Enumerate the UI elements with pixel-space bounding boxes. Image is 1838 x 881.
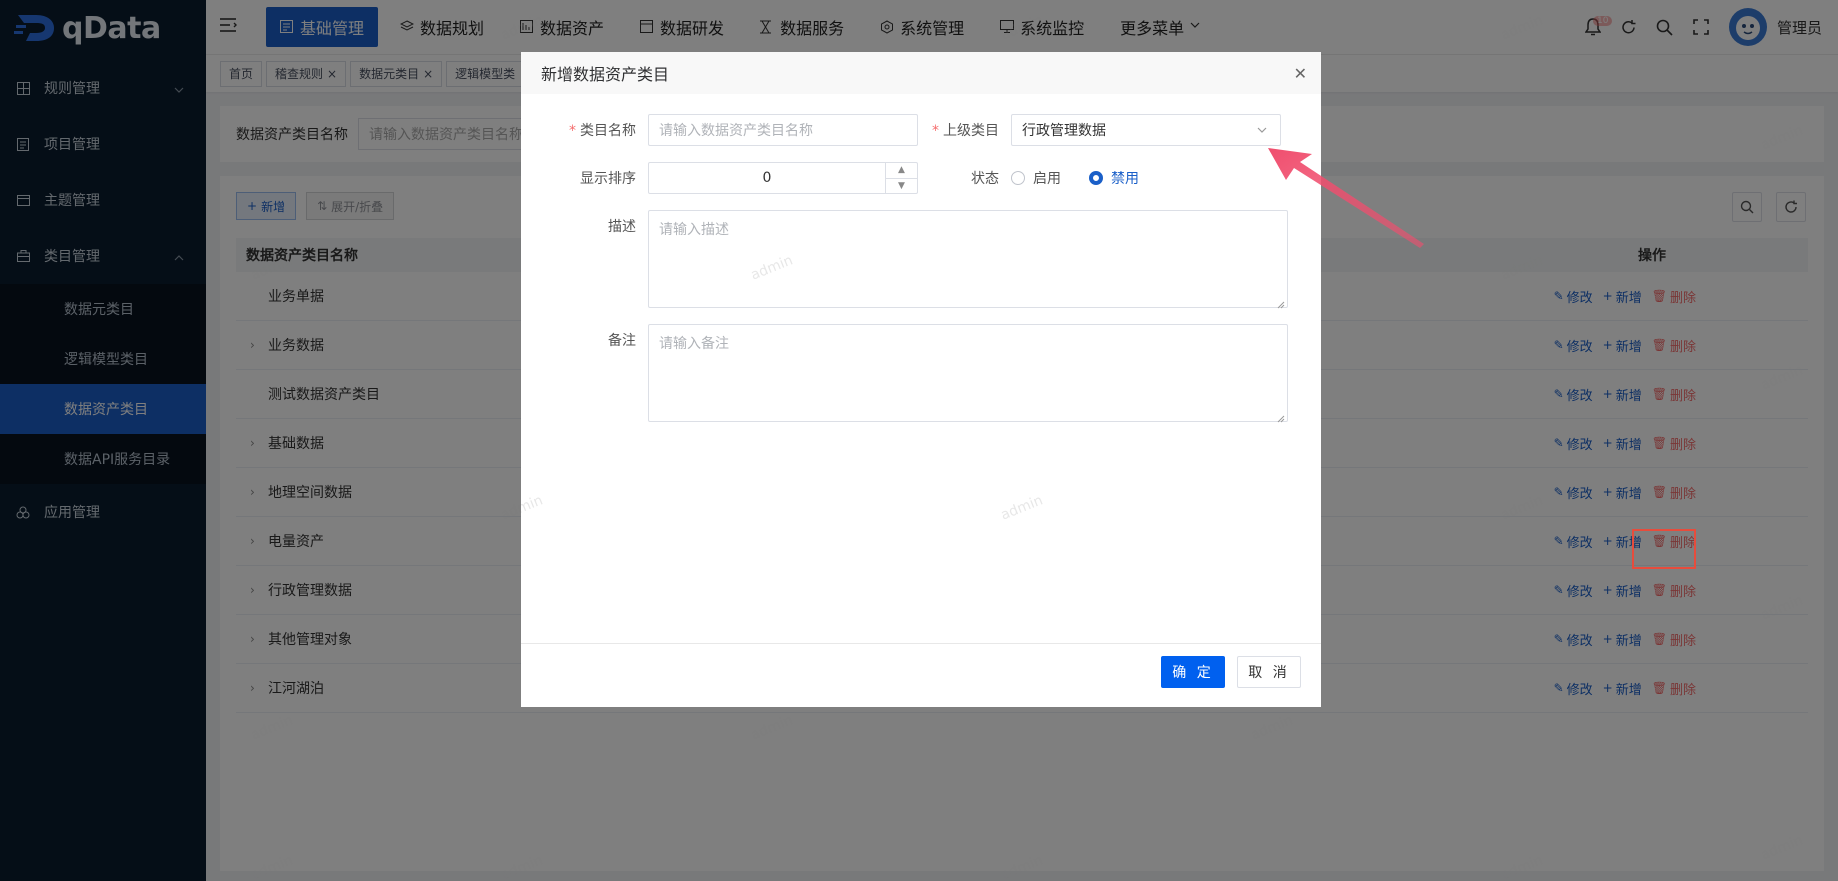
status-radio-disable[interactable]: 禁用 (1089, 168, 1139, 188)
remark-field-row: 备注 请输入备注 (541, 324, 1288, 423)
remark-textarea[interactable]: 请输入备注 (648, 324, 1288, 423)
annotation-arrow-icon (1268, 148, 1424, 248)
parent-select-value: 行政管理数据 (1022, 123, 1106, 139)
resize-grip-icon[interactable] (1277, 411, 1285, 423)
radio-dot (1011, 171, 1025, 185)
decrement-icon[interactable]: ▼ (886, 179, 917, 194)
name-input[interactable]: 请输入数据资产类目名称 (648, 114, 918, 146)
desc-label: 描述 (608, 219, 636, 235)
order-value: 0 (762, 170, 772, 186)
radio-dot (1089, 171, 1103, 185)
status-radio-group: 启用 禁用 (1011, 168, 1167, 188)
name-label: * 类目名称 (569, 123, 636, 139)
remark-placeholder: 请输入备注 (659, 336, 729, 352)
order-label: 显示排序 (580, 171, 636, 187)
dialog-footer: 确 定 取 消 (521, 643, 1321, 707)
increment-icon[interactable]: ▲ (886, 163, 917, 179)
confirm-button[interactable]: 确 定 (1161, 656, 1225, 688)
name-placeholder: 请输入数据资产类目名称 (659, 123, 813, 139)
desc-placeholder: 请输入描述 (659, 222, 729, 238)
dialog-title: 新增数据资产类目 (541, 65, 670, 84)
status-label: 状态 (971, 171, 999, 187)
resize-grip-icon[interactable] (1277, 297, 1285, 309)
parent-select[interactable]: 行政管理数据 (1011, 114, 1281, 146)
desc-field-row: 描述 请输入描述 (541, 210, 1288, 309)
stepper-controls: ▲ ▼ (885, 163, 917, 193)
status-radio-enable[interactable]: 启用 (1011, 168, 1061, 188)
close-icon[interactable]: ✕ (1294, 64, 1307, 83)
status-field-row: 状态 启用 禁用 (921, 162, 1167, 194)
name-field-row: * 类目名称 请输入数据资产类目名称 (541, 114, 918, 146)
desc-textarea[interactable]: 请输入描述 (648, 210, 1288, 309)
add-category-dialog: 新增数据资产类目 ✕ * 类目名称 请输入数据资产类目名称 * 上级类目 行政管理数… (521, 52, 1321, 707)
chevron-down-icon (1256, 124, 1268, 136)
parent-label: * 上级类目 (932, 123, 999, 139)
dialog-header: 新增数据资产类目 ✕ (521, 52, 1321, 94)
annotation-highlight-box (1632, 529, 1696, 569)
cancel-button[interactable]: 取 消 (1237, 656, 1301, 688)
remark-label: 备注 (608, 333, 636, 349)
order-field-row: 显示排序 0 ▲ ▼ (541, 162, 918, 194)
parent-field-row: * 上级类目 行政管理数据 (921, 114, 1281, 146)
order-stepper[interactable]: 0 ▲ ▼ (648, 162, 918, 194)
